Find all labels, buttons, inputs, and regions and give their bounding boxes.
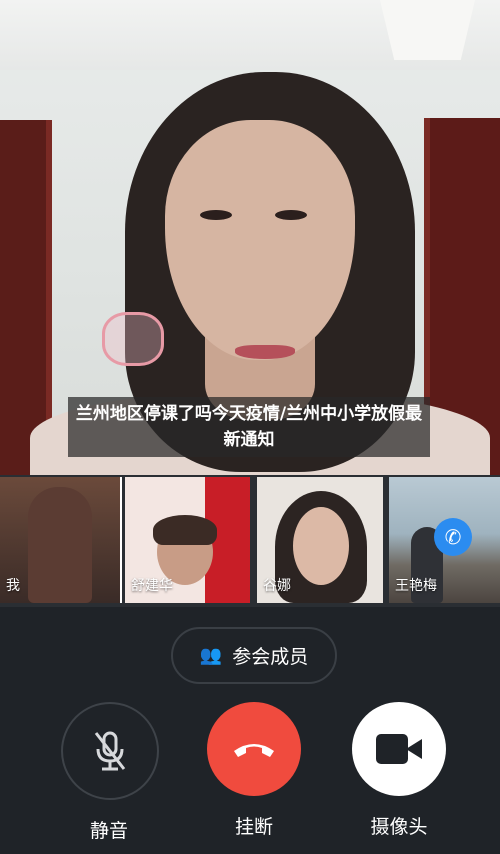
participant-figure [28,487,92,603]
participant-strip: 我 舒建华 谷娜 王艳梅 [0,475,500,607]
video-camera-icon [376,734,422,764]
participant-face [293,507,349,585]
participant-tile-2[interactable]: 舒建华 [125,477,250,603]
call-controls: 👥 参会成员 静音 挂断 摄像头 [0,607,500,854]
ceiling-lamp [380,0,475,60]
participant-name: 我 [6,578,20,594]
hangup-label: 挂断 [234,816,273,838]
article-title-caption: 兰州地区停课了吗今天疫情/兰州中小学放假最新通知 [68,397,430,457]
mute-control: 静音 [61,702,159,843]
phone-hangup-icon [234,744,274,757]
mute-label: 静音 [89,820,128,842]
microphone-muted-icon [94,731,126,771]
participant-hair [153,515,217,545]
camera-label: 摄像头 [370,816,428,838]
speaker-left-eye [200,210,232,220]
participant-tile-3[interactable]: 谷娜 [257,477,383,603]
participant-name: 谷娜 [263,578,291,594]
phone-call-icon[interactable]: ✆ [434,518,472,556]
members-button-label: 参会成员 [232,646,309,668]
hangup-control: 挂断 [206,702,302,839]
camera-control: 摄像头 [351,702,447,839]
speaker-mouth [235,345,295,359]
background-decoration [102,312,164,366]
members-button[interactable]: 👥 参会成员 [171,627,337,684]
participant-name: 舒建华 [131,578,173,594]
camera-button[interactable] [352,702,446,796]
hangup-button[interactable] [207,702,301,796]
speaker-right-eye [275,210,307,220]
people-icon: 👥 [199,645,223,666]
participant-name: 王艳梅 [395,578,437,594]
main-video-feed[interactable]: 兰州地区停课了吗今天疫情/兰州中小学放假最新通知 [0,0,500,475]
video-call-screen: 兰州地区停课了吗今天疫情/兰州中小学放假最新通知 我 舒建华 谷娜 王艳梅 ✆ … [0,0,500,854]
participant-tile-self[interactable]: 我 [0,477,122,603]
mute-button[interactable] [61,702,159,800]
